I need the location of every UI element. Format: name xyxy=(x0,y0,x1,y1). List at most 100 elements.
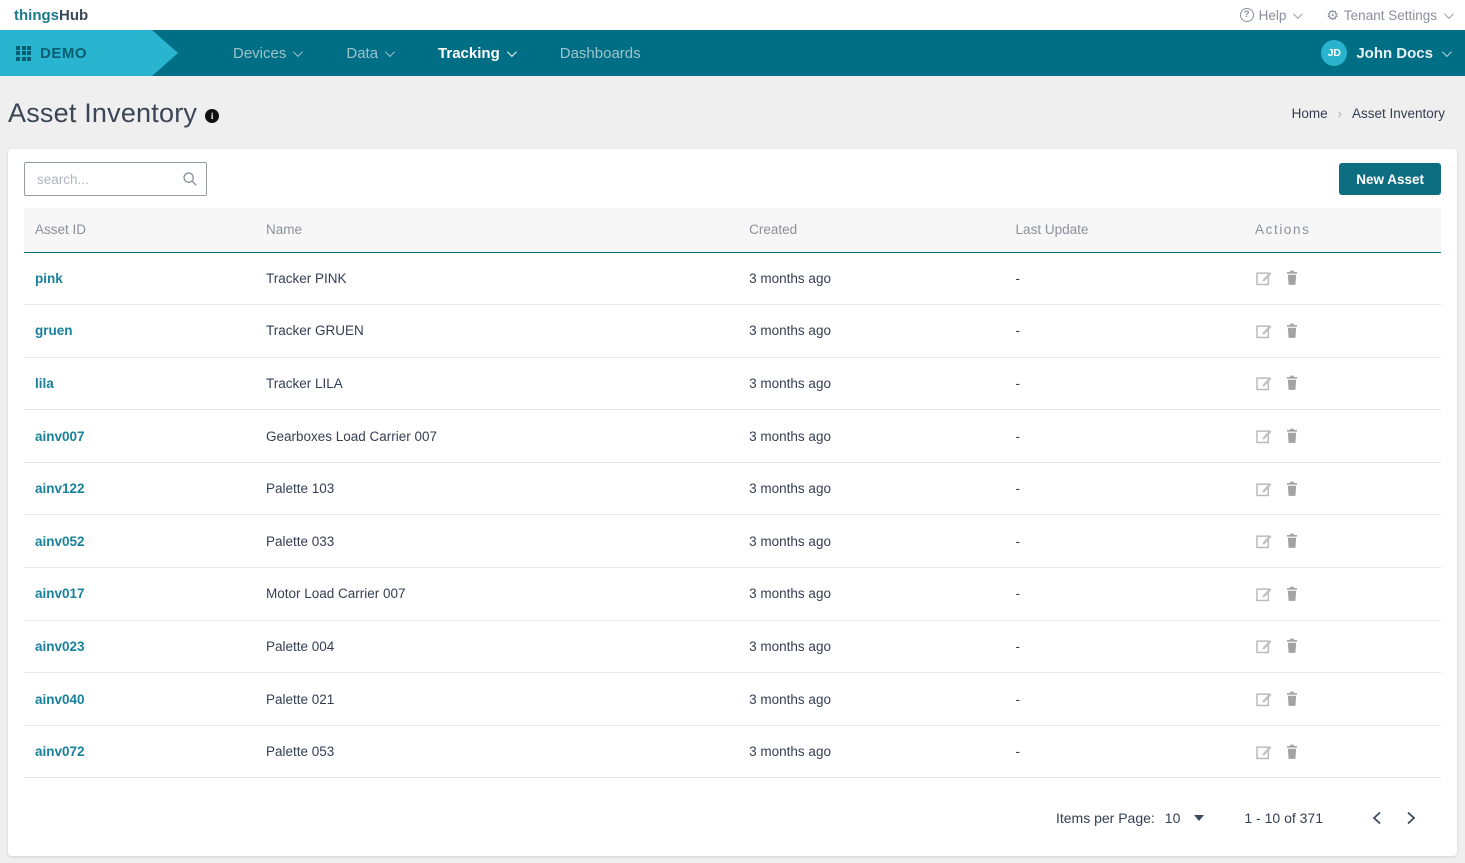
nav-item-data[interactable]: Data xyxy=(323,30,415,76)
chevron-down-icon xyxy=(1293,9,1303,19)
last-update-cell: - xyxy=(1005,462,1244,515)
search-input[interactable] xyxy=(24,162,207,196)
last-update-cell: - xyxy=(1005,515,1244,568)
created-cell: 3 months ago xyxy=(738,252,1004,305)
nav-item-tracking[interactable]: Tracking xyxy=(415,30,537,76)
info-icon[interactable]: i xyxy=(205,109,219,123)
table-row: lila Tracker LILA 3 months ago - xyxy=(24,357,1441,410)
previous-page-button[interactable] xyxy=(1365,806,1389,830)
page-header: Asset Inventory i Home › Asset Inventory xyxy=(0,76,1465,149)
help-label: Help xyxy=(1259,8,1287,23)
nav-item-dashboards[interactable]: Dashboards xyxy=(537,30,664,76)
column-header-created: Created xyxy=(738,208,1004,252)
asset-id-link[interactable]: ainv017 xyxy=(35,586,85,601)
delete-icon[interactable] xyxy=(1283,690,1301,708)
edit-icon[interactable] xyxy=(1255,690,1273,708)
delete-icon[interactable] xyxy=(1283,743,1301,761)
delete-icon[interactable] xyxy=(1283,480,1301,498)
tenant-selector[interactable]: DEMO xyxy=(0,30,178,76)
delete-icon[interactable] xyxy=(1283,322,1301,340)
logo-part-hub: Hub xyxy=(59,7,88,24)
next-page-button[interactable] xyxy=(1399,806,1423,830)
last-update-cell: - xyxy=(1005,410,1244,463)
tenant-settings-menu[interactable]: ⚙ Tenant Settings xyxy=(1326,8,1451,23)
delete-icon[interactable] xyxy=(1283,427,1301,445)
gear-icon: ⚙ xyxy=(1326,8,1339,22)
column-header-last-update: Last Update xyxy=(1005,208,1244,252)
created-cell: 3 months ago xyxy=(738,462,1004,515)
pagination-range: 1 - 10 of 371 xyxy=(1244,810,1323,826)
asset-id-link[interactable]: ainv072 xyxy=(35,744,85,759)
nav-item-devices[interactable]: Devices xyxy=(210,30,323,76)
asset-id-link[interactable]: ainv122 xyxy=(35,481,85,496)
created-cell: 3 months ago xyxy=(738,620,1004,673)
delete-icon[interactable] xyxy=(1283,269,1301,287)
edit-icon[interactable] xyxy=(1255,374,1273,392)
main-navbar: DEMO Devices Data Tracking Dashboards JD… xyxy=(0,30,1465,76)
asset-id-link[interactable]: pink xyxy=(35,271,63,286)
top-bar: thingsHub ? Help ⚙ Tenant Settings xyxy=(0,0,1465,30)
table-row: ainv072 Palette 053 3 months ago - xyxy=(24,725,1441,778)
breadcrumb-current: Asset Inventory xyxy=(1352,106,1445,121)
created-cell: 3 months ago xyxy=(738,357,1004,410)
asset-id-link[interactable]: ainv023 xyxy=(35,639,85,654)
help-menu[interactable]: ? Help xyxy=(1240,8,1301,23)
delete-icon[interactable] xyxy=(1283,585,1301,603)
edit-icon[interactable] xyxy=(1255,637,1273,655)
asset-id-link[interactable]: ainv040 xyxy=(35,692,85,707)
tenant-name: DEMO xyxy=(40,45,87,62)
edit-icon[interactable] xyxy=(1255,269,1273,287)
edit-icon[interactable] xyxy=(1255,532,1273,550)
delete-icon[interactable] xyxy=(1283,374,1301,392)
breadcrumb-separator-icon: › xyxy=(1338,106,1342,121)
created-cell: 3 months ago xyxy=(738,410,1004,463)
created-cell: 3 months ago xyxy=(738,515,1004,568)
new-asset-button[interactable]: New Asset xyxy=(1339,163,1441,195)
last-update-cell: - xyxy=(1005,252,1244,305)
asset-name-cell: Palette 021 xyxy=(255,673,738,726)
asset-name-cell: Tracker LILA xyxy=(255,357,738,410)
asset-inventory-card: New Asset Asset ID Name Created Last Upd… xyxy=(8,149,1457,856)
items-per-page-select[interactable]: 10 xyxy=(1165,810,1205,826)
last-update-cell: - xyxy=(1005,305,1244,358)
column-header-asset-id: Asset ID xyxy=(24,208,255,252)
asset-name-cell: Palette 053 xyxy=(255,725,738,778)
table-row: pink Tracker PINK 3 months ago - xyxy=(24,252,1441,305)
nav-menu: Devices Data Tracking Dashboards xyxy=(210,30,664,76)
asset-id-link[interactable]: lila xyxy=(35,376,54,391)
nav-item-label: Dashboards xyxy=(560,45,641,62)
asset-name-cell: Palette 103 xyxy=(255,462,738,515)
asset-id-link[interactable]: ainv007 xyxy=(35,429,85,444)
asset-name-cell: Palette 004 xyxy=(255,620,738,673)
delete-icon[interactable] xyxy=(1283,637,1301,655)
asset-id-link[interactable]: gruen xyxy=(35,323,73,338)
app-logo[interactable]: thingsHub xyxy=(14,7,88,24)
asset-id-link[interactable]: ainv052 xyxy=(35,534,85,549)
edit-icon[interactable] xyxy=(1255,585,1273,603)
search-icon[interactable] xyxy=(182,171,198,187)
created-cell: 3 months ago xyxy=(738,725,1004,778)
nav-item-label: Devices xyxy=(233,45,286,62)
breadcrumb: Home › Asset Inventory xyxy=(1292,106,1445,121)
table-row: ainv122 Palette 103 3 months ago - xyxy=(24,462,1441,515)
edit-icon[interactable] xyxy=(1255,427,1273,445)
asset-name-cell: Palette 033 xyxy=(255,515,738,568)
table-row: ainv023 Palette 004 3 months ago - xyxy=(24,620,1441,673)
apps-grid-icon xyxy=(16,46,31,61)
page-title: Asset Inventory xyxy=(8,98,197,129)
edit-icon[interactable] xyxy=(1255,743,1273,761)
user-menu[interactable]: JD John Docs xyxy=(1305,30,1465,76)
asset-name-cell: Motor Load Carrier 007 xyxy=(255,568,738,621)
edit-icon[interactable] xyxy=(1255,322,1273,340)
chevron-down-icon xyxy=(507,47,517,57)
last-update-cell: - xyxy=(1005,725,1244,778)
breadcrumb-home-link[interactable]: Home xyxy=(1292,106,1328,121)
created-cell: 3 months ago xyxy=(738,568,1004,621)
chevron-down-icon xyxy=(1442,47,1452,57)
last-update-cell: - xyxy=(1005,357,1244,410)
edit-icon[interactable] xyxy=(1255,480,1273,498)
last-update-cell: - xyxy=(1005,620,1244,673)
delete-icon[interactable] xyxy=(1283,532,1301,550)
table-row: ainv040 Palette 021 3 months ago - xyxy=(24,673,1441,726)
table-row: gruen Tracker GRUEN 3 months ago - xyxy=(24,305,1441,358)
